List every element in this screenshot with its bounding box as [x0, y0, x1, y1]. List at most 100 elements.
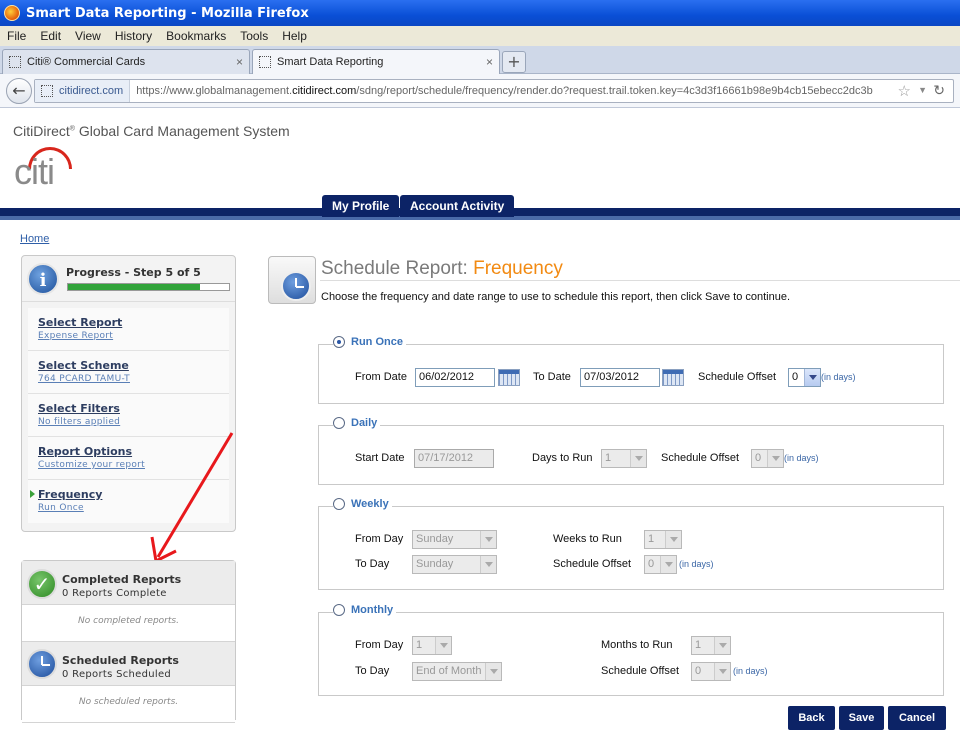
- completed-reports-header[interactable]: ✓ Completed Reports 0 Reports Complete: [22, 561, 235, 605]
- schedule-offset-select[interactable]: 0: [691, 662, 731, 681]
- menu-edit[interactable]: Edit: [33, 29, 68, 43]
- nav-my-profile[interactable]: My Profile: [322, 195, 400, 217]
- to-day-select[interactable]: End of Month: [412, 662, 502, 681]
- site-identity[interactable]: citidirect.com: [35, 80, 131, 102]
- monthly-group: Monthly From Day 1 To Day End of Month M…: [318, 604, 944, 696]
- completed-reports-count: 0 Reports Complete: [62, 588, 167, 599]
- breadcrumb-home[interactable]: Home: [20, 233, 49, 245]
- chevron-down-icon[interactable]: [714, 637, 730, 654]
- chevron-down-icon[interactable]: [480, 531, 496, 548]
- step-title[interactable]: Select Scheme: [38, 359, 229, 372]
- to-day-label: To Day: [355, 665, 390, 677]
- chevron-down-icon[interactable]: [485, 663, 501, 680]
- step-select-report: Select Report Expense Report: [28, 308, 229, 351]
- citi-logo: citi: [14, 145, 84, 192]
- tab-citi-commercial-cards[interactable]: Citi® Commercial Cards ×: [2, 49, 250, 74]
- check-icon: ✓: [27, 569, 57, 599]
- nav-account-activity[interactable]: Account Activity: [400, 195, 515, 217]
- to-day-select[interactable]: Sunday: [412, 555, 497, 574]
- step-subtitle[interactable]: 764 PCARD TAMU-T: [38, 374, 229, 384]
- close-icon[interactable]: ×: [486, 55, 493, 69]
- tab-bar: Citi® Commercial Cards × Smart Data Repo…: [0, 46, 960, 74]
- back-button[interactable]: Back: [788, 706, 835, 730]
- from-date-input[interactable]: 06/02/2012: [415, 368, 495, 387]
- weeks-to-run-select[interactable]: 1: [644, 530, 682, 549]
- chevron-down-icon[interactable]: [630, 450, 646, 467]
- schedule-offset-label: Schedule Offset: [661, 452, 740, 464]
- brand-title: CitiDirect® Global Card Management Syste…: [13, 123, 290, 139]
- menu-bar: File Edit View History Bookmarks Tools H…: [0, 26, 960, 46]
- close-icon[interactable]: ×: [236, 55, 243, 69]
- tab-label: Smart Data Reporting: [277, 56, 384, 68]
- firefox-logo-icon: [4, 5, 20, 21]
- save-button[interactable]: Save: [839, 706, 884, 730]
- schedule-offset-select[interactable]: 0: [788, 368, 821, 387]
- progress-title: Progress - Step 5 of 5: [66, 266, 201, 279]
- progress-bar: [67, 283, 230, 291]
- to-date-input[interactable]: 07/03/2012: [580, 368, 660, 387]
- schedule-offset-select[interactable]: 0: [644, 555, 677, 574]
- from-day-select[interactable]: 1: [412, 636, 452, 655]
- calendar-icon[interactable]: [498, 369, 520, 386]
- chevron-down-icon[interactable]: [660, 556, 676, 573]
- daily-radio[interactable]: [333, 417, 345, 429]
- menu-tools[interactable]: Tools: [233, 29, 275, 43]
- offset-unit: (in days): [784, 453, 819, 463]
- progress-bar-fill: [68, 284, 201, 290]
- tab-smart-data-reporting[interactable]: Smart Data Reporting ×: [252, 49, 500, 74]
- menu-help[interactable]: Help: [275, 29, 314, 43]
- back-button[interactable]: ←: [6, 78, 32, 104]
- scheduled-reports-header[interactable]: Scheduled Reports 0 Reports Scheduled: [22, 642, 235, 686]
- chevron-down-icon[interactable]: [804, 369, 820, 386]
- page-content: CitiDirect® Global Card Management Syste…: [0, 109, 960, 730]
- info-icon: i: [27, 263, 59, 295]
- menu-history[interactable]: History: [108, 29, 159, 43]
- schedule-offset-select[interactable]: 0: [751, 449, 784, 468]
- from-day-select[interactable]: Sunday: [412, 530, 497, 549]
- chevron-down-icon[interactable]: [480, 556, 496, 573]
- run-once-group: Run Once From Date 06/02/2012 To Date 07…: [318, 336, 944, 404]
- weekly-group: Weekly From Day Sunday To Day Sunday Wee…: [318, 498, 944, 590]
- new-tab-button[interactable]: +: [502, 51, 526, 73]
- monthly-radio[interactable]: [333, 604, 345, 616]
- weekly-legend: Weekly: [333, 498, 392, 510]
- site-icon: [41, 85, 53, 97]
- chevron-down-icon[interactable]: ▼: [918, 85, 927, 95]
- chevron-down-icon[interactable]: [714, 663, 730, 680]
- from-date-label: From Date: [355, 371, 407, 383]
- months-to-run-label: Months to Run: [601, 639, 673, 651]
- step-title[interactable]: Select Report: [38, 316, 229, 329]
- chevron-down-icon[interactable]: [767, 450, 783, 467]
- tab-label: Citi® Commercial Cards: [27, 56, 146, 68]
- menu-view[interactable]: View: [68, 29, 108, 43]
- chevron-down-icon[interactable]: [665, 531, 681, 548]
- reload-icon[interactable]: ↻: [933, 82, 945, 99]
- current-step-arrow-icon: [30, 490, 35, 498]
- start-date-input[interactable]: 07/17/2012: [414, 449, 494, 468]
- start-date-label: Start Date: [355, 452, 405, 464]
- bookmark-star-icon[interactable]: ☆: [898, 82, 911, 100]
- step-select-scheme: Select Scheme 764 PCARD TAMU-T: [28, 351, 229, 394]
- step-title[interactable]: Select Filters: [38, 402, 229, 415]
- scheduled-reports-empty: No scheduled reports.: [22, 686, 235, 723]
- run-once-radio[interactable]: [333, 336, 345, 348]
- instructions-text: Choose the frequency and date range to u…: [321, 291, 791, 303]
- step-subtitle[interactable]: Expense Report: [38, 331, 229, 341]
- months-to-run-select[interactable]: 1: [691, 636, 731, 655]
- menu-bookmarks[interactable]: Bookmarks: [159, 29, 233, 43]
- step-subtitle[interactable]: No filters applied: [38, 417, 229, 427]
- menu-file[interactable]: File: [0, 29, 33, 43]
- weekly-radio[interactable]: [333, 498, 345, 510]
- navigation-toolbar: ← citidirect.com https://www.globalmanag…: [0, 74, 960, 108]
- chevron-down-icon[interactable]: [435, 637, 451, 654]
- days-to-run-select[interactable]: 1: [601, 449, 647, 468]
- schedule-offset-label: Schedule Offset: [698, 371, 777, 383]
- calendar-icon[interactable]: [662, 369, 684, 386]
- days-to-run-label: Days to Run: [532, 452, 593, 464]
- address-bar[interactable]: citidirect.com https://www.globalmanagem…: [34, 79, 954, 103]
- annotation-arrow-icon: [150, 432, 234, 564]
- cancel-button[interactable]: Cancel: [888, 706, 946, 730]
- schedule-offset-label: Schedule Offset: [601, 665, 680, 677]
- to-day-label: To Day: [355, 558, 390, 570]
- schedule-report-icon: [268, 256, 316, 304]
